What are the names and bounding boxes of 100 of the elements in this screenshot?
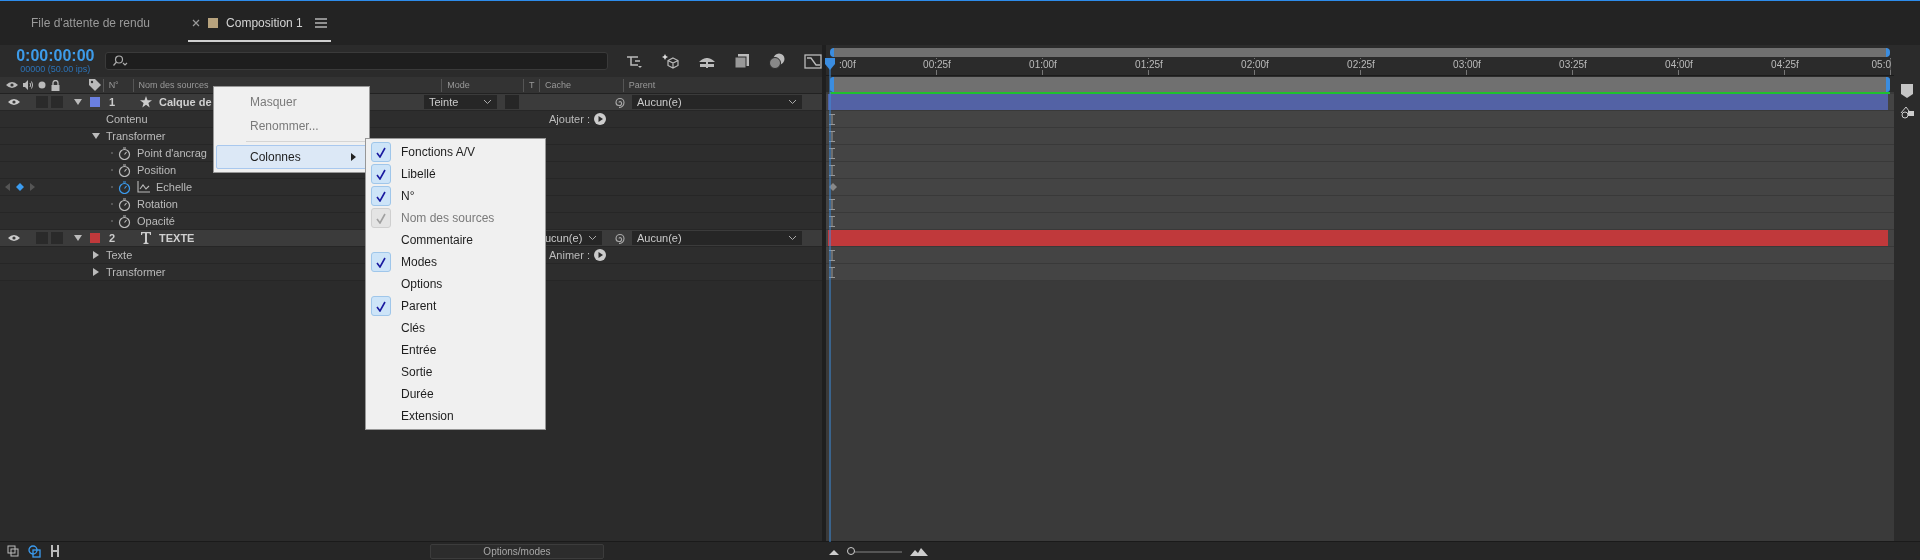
menu-item[interactable]: Modes xyxy=(401,255,438,269)
time-label: :00f xyxy=(839,59,856,70)
expand-triangle-icon[interactable] xyxy=(92,268,100,276)
keyframe-indicator-icon xyxy=(829,266,835,278)
cube-icon[interactable] xyxy=(662,53,680,69)
column-header[interactable]: Mode xyxy=(447,79,470,90)
panel-tab[interactable]: File d'attente de rendu xyxy=(27,4,159,42)
search-icon xyxy=(111,55,128,67)
close-icon[interactable] xyxy=(192,19,201,27)
column-header[interactable]: T xyxy=(529,79,535,90)
zoom-in-icon[interactable] xyxy=(910,547,928,556)
menu-item[interactable]: N° xyxy=(401,189,415,203)
property-group-label[interactable]: Contenu xyxy=(106,113,148,125)
property-label[interactable]: Opacité xyxy=(137,215,175,227)
menu-item[interactable]: Durée xyxy=(401,387,434,401)
property-group-label[interactable]: Texte xyxy=(106,249,133,261)
stopwatch-icon[interactable] xyxy=(118,146,131,160)
column-header[interactable]: Parent xyxy=(628,79,656,90)
layer-name[interactable]: TEXTE xyxy=(159,232,195,244)
chevron-icon xyxy=(483,99,492,105)
keyframe-indicator-icon xyxy=(829,113,835,125)
menu-icon[interactable] xyxy=(314,18,327,28)
marker-icon[interactable] xyxy=(1901,84,1913,98)
time-ruler[interactable]: :00f 00:25f 01:00f 01:25f 02:00f 02:25f 03:00f 03:25f 04:00f 04:25f 05:0 xyxy=(826,58,1894,76)
property-group-label[interactable]: Transformer xyxy=(106,130,166,142)
film-icon[interactable] xyxy=(734,53,750,69)
property-label[interactable]: Rotation xyxy=(137,198,178,210)
menu-item[interactable]: Entrée xyxy=(401,343,437,357)
menu-item[interactable]: Options xyxy=(401,277,443,291)
menu-item[interactable]: Colonnes xyxy=(216,145,367,169)
column-header[interactable]: Cache xyxy=(545,79,572,90)
menu-item[interactable]: Fonctions A/V xyxy=(401,145,476,159)
layer-name[interactable]: Calque de xyxy=(159,96,212,108)
keyframe-indicator-icon xyxy=(829,198,835,210)
pick-whip-icon[interactable] xyxy=(612,96,625,108)
time-label: 03:25f xyxy=(1559,59,1587,70)
expand-triangle-icon[interactable] xyxy=(92,251,100,259)
keyframe-icon[interactable] xyxy=(829,183,837,191)
preserve-transparency-checkbox[interactable] xyxy=(505,95,519,109)
action-label[interactable]: Ajouter : xyxy=(549,113,590,125)
time-label: 03:00f xyxy=(1453,59,1481,70)
time-label: 02:25f xyxy=(1347,59,1375,70)
slider-thumb[interactable] xyxy=(847,546,856,555)
layer-number: 2 xyxy=(109,232,116,244)
menu-item[interactable]: Clés xyxy=(401,321,425,335)
bracket-icon[interactable] xyxy=(50,545,60,557)
property-label[interactable]: Point d'ancrag xyxy=(137,147,207,159)
star-icon xyxy=(140,96,152,108)
speaker-icon xyxy=(23,80,33,90)
expand-triangle-icon[interactable] xyxy=(73,98,82,106)
dot-icon xyxy=(38,81,46,89)
comp-marker-icon[interactable] xyxy=(1900,105,1914,119)
stopwatch-icon[interactable] xyxy=(118,214,131,228)
eye-icon[interactable] xyxy=(8,98,20,106)
zoom-slider[interactable] xyxy=(847,550,902,553)
expand-triangle-icon[interactable] xyxy=(92,132,100,140)
menu-item[interactable]: Libellé xyxy=(401,167,436,181)
menu-item[interactable]: Extension xyxy=(401,409,454,423)
mode-dropdown[interactable]: Teinte xyxy=(424,95,497,109)
stopwatch-icon[interactable] xyxy=(118,197,131,211)
property-label[interactable]: Position xyxy=(137,164,177,176)
keyframe-indicator-icon xyxy=(829,249,835,261)
parent-dropdown[interactable]: Aucun(e) xyxy=(632,95,802,109)
property-group-label[interactable]: Transformer xyxy=(106,266,166,278)
options-modes-button[interactable]: Options/modes xyxy=(430,544,604,559)
parent-dropdown[interactable]: Aucun(e) xyxy=(632,231,802,245)
keyframe-navigator-icon[interactable] xyxy=(4,183,36,191)
time-label: 00:25f xyxy=(923,59,951,70)
eye-icon[interactable] xyxy=(8,234,20,242)
menu-item[interactable]: Commentaire xyxy=(401,233,474,247)
keyframe-indicator-icon xyxy=(829,130,835,142)
stopwatch-icon[interactable] xyxy=(118,163,131,177)
column-header[interactable]: Nom des sources xyxy=(138,79,209,90)
play-icon[interactable] xyxy=(593,113,606,125)
timecode[interactable]: 0:00:00:00 xyxy=(16,47,95,64)
lock-icon xyxy=(51,79,60,91)
spheres-icon[interactable] xyxy=(768,53,786,69)
search-field[interactable] xyxy=(104,52,608,70)
keyframe-indicator-icon xyxy=(829,147,835,159)
layers-icon[interactable] xyxy=(7,545,19,557)
property-label[interactable]: Echelle xyxy=(156,181,193,193)
flowchart-icon[interactable] xyxy=(626,54,644,68)
expand-triangle-icon[interactable] xyxy=(73,234,82,242)
overlap-icon[interactable] xyxy=(28,545,41,558)
pick-whip-icon[interactable] xyxy=(612,232,625,244)
zoom-out-icon[interactable] xyxy=(829,548,839,555)
panel-tab[interactable]: Composition 1 xyxy=(188,4,331,42)
time-label: 04:00f xyxy=(1665,59,1693,70)
time-label: 01:25f xyxy=(1135,59,1163,70)
graph-editor-icon[interactable] xyxy=(804,53,822,69)
label-color-swatch[interactable] xyxy=(90,97,100,107)
stopwatch-icon[interactable] xyxy=(118,180,131,194)
action-label[interactable]: Animer : xyxy=(549,249,590,261)
play-icon[interactable] xyxy=(593,249,606,261)
label-color-swatch[interactable] xyxy=(90,233,100,243)
menu-item[interactable]: Parent xyxy=(401,299,437,313)
playhead[interactable] xyxy=(824,58,836,542)
menu-item[interactable]: Sortie xyxy=(401,365,433,379)
graph-icon[interactable] xyxy=(137,181,150,193)
column-header[interactable]: N° xyxy=(108,79,119,90)
